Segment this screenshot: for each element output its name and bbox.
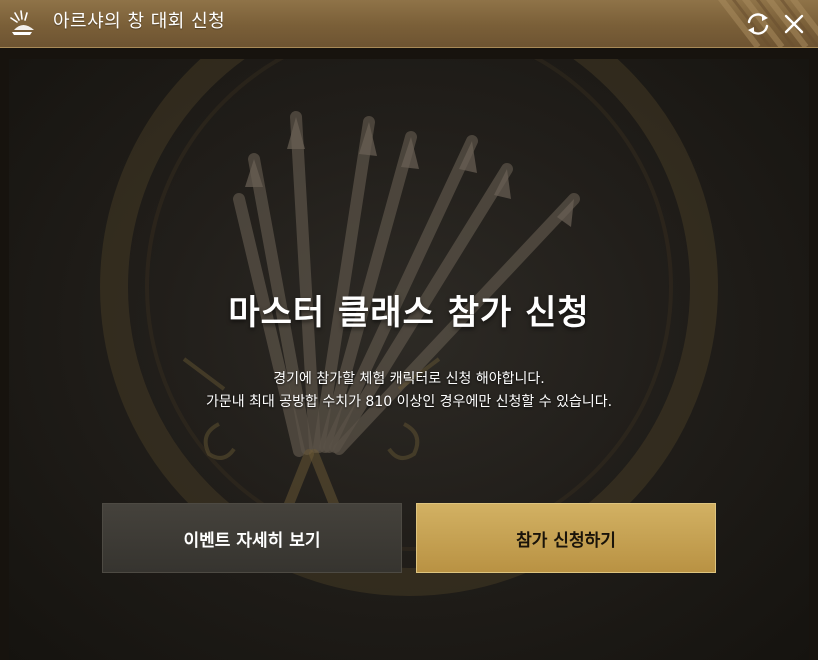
apply-button[interactable]: 참가 신청하기: [416, 503, 716, 573]
refresh-icon: [747, 13, 769, 35]
page-title: 마스터 클래스 참가 신청: [228, 293, 590, 333]
close-icon: [784, 14, 804, 34]
window-title: 아르샤의 창 대회 신청: [53, 11, 226, 32]
main-panel: 마스터 클래스 참가 신청 경기에 참가할 체험 캐릭터로 신청 해야합니다. …: [9, 59, 809, 660]
event-details-button[interactable]: 이벤트 자세히 보기: [102, 503, 402, 573]
fan-icon: [10, 10, 34, 35]
close-button[interactable]: [780, 10, 808, 38]
description-line-1: 경기에 참가할 체험 캐릭터로 신청 해야합니다.: [273, 371, 545, 387]
title-bar: 아르샤의 창 대회 신청: [0, 0, 818, 48]
refresh-button[interactable]: [744, 10, 772, 38]
description-line-2: 가문내 최대 공방합 수치가 810 이상인 경우에만 신청할 수 있습니다.: [205, 394, 613, 410]
